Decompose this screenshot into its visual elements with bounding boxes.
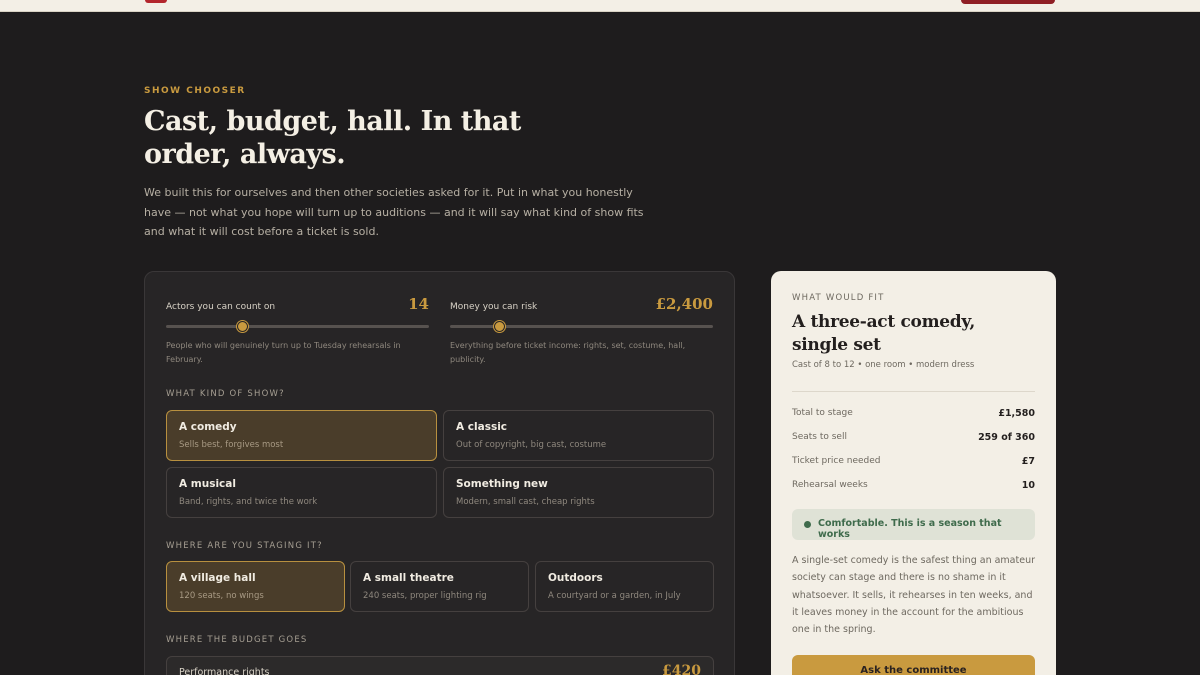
result-eyebrow: WHAT WOULD FIT bbox=[792, 293, 885, 303]
stat-label: Seats to sell bbox=[792, 432, 847, 442]
stat-value: 10 bbox=[1021, 480, 1035, 491]
money-slider-value: £2,400 bbox=[655, 295, 713, 313]
stat-ticket-price: Ticket price needed £7 bbox=[792, 456, 1035, 470]
stat-total-to-stage: Total to stage £1,580 bbox=[792, 408, 1035, 422]
money-slider-track[interactable] bbox=[450, 321, 713, 332]
stat-label: Total to stage bbox=[792, 408, 853, 418]
ask-committee-label: Ask the committee bbox=[860, 665, 967, 675]
option-subtitle: Modern, small cast, cheap rights bbox=[456, 497, 595, 507]
section-eyebrow: SHOW CHOOSER bbox=[144, 86, 246, 96]
result-title: A three-act comedy, single set bbox=[792, 312, 975, 355]
show-option-something-new[interactable]: Something new Modern, small cast, cheap … bbox=[443, 467, 714, 518]
show-option-musical[interactable]: A musical Band, rights, and twice the wo… bbox=[166, 467, 437, 518]
actors-slider-track[interactable] bbox=[166, 321, 429, 332]
option-subtitle: A courtyard or a garden, in July bbox=[548, 591, 681, 601]
budget-row-label: Performance rights bbox=[179, 667, 270, 675]
option-subtitle: 240 seats, proper lighting rig bbox=[363, 591, 487, 601]
status-text: Comfortable. This is a season that works bbox=[818, 518, 1002, 540]
chooser-panel: Actors you can count on 14 People who wi… bbox=[144, 271, 735, 675]
top-nav-bar bbox=[0, 0, 1200, 12]
brand-logo[interactable] bbox=[145, 0, 167, 3]
option-title: A small theatre bbox=[363, 572, 454, 584]
actors-slider-label: Actors you can count on bbox=[166, 302, 276, 312]
option-subtitle: Sells best, forgives most bbox=[179, 440, 284, 450]
budget-row-performance-rights[interactable]: Performance rights £420 bbox=[166, 656, 714, 675]
result-subtitle: Cast of 8 to 12 • one room • modern dres… bbox=[792, 360, 975, 370]
result-card: WHAT WOULD FIT A three-act comedy, singl… bbox=[771, 271, 1056, 675]
venue-label: WHERE ARE YOU STAGING IT? bbox=[166, 541, 323, 551]
actors-slider-thumb[interactable] bbox=[236, 321, 248, 332]
ask-committee-button[interactable]: Ask the committee bbox=[792, 655, 1035, 675]
actors-slider-value: 14 bbox=[408, 295, 429, 313]
page-title: Cast, budget, hall. In that order, alway… bbox=[144, 106, 521, 170]
stat-value: £7 bbox=[1021, 456, 1035, 467]
option-subtitle: 120 seats, no wings bbox=[179, 591, 264, 601]
venue-option-outdoors[interactable]: Outdoors A courtyard or a garden, in Jul… bbox=[535, 561, 714, 612]
stat-label: Ticket price needed bbox=[792, 456, 881, 466]
result-explanation: A single-set comedy is the safest thing … bbox=[792, 555, 1036, 636]
stat-label: Rehearsal weeks bbox=[792, 480, 868, 490]
option-title: A comedy bbox=[179, 421, 237, 433]
budget-label: WHERE THE BUDGET GOES bbox=[166, 635, 308, 645]
stat-rehearsal-weeks: Rehearsal weeks 10 bbox=[792, 480, 1035, 494]
actors-slider-help: People who will genuinely turn up to Tue… bbox=[166, 341, 401, 364]
venue-option-small-theatre[interactable]: A small theatre 240 seats, proper lighti… bbox=[350, 561, 529, 612]
option-title: A musical bbox=[179, 478, 236, 490]
money-slider-label: Money you can risk bbox=[450, 302, 538, 312]
status-dot-icon bbox=[804, 521, 811, 528]
money-slider-help: Everything before ticket income: rights,… bbox=[450, 341, 686, 364]
nav-cta-button[interactable] bbox=[961, 0, 1055, 4]
venue-option-village-hall[interactable]: A village hall 120 seats, no wings bbox=[166, 561, 345, 612]
page-description: We built this for ourselves and then oth… bbox=[144, 186, 644, 238]
show-option-classic[interactable]: A classic Out of copyright, big cast, co… bbox=[443, 410, 714, 461]
option-title: A village hall bbox=[179, 572, 256, 584]
option-subtitle: Out of copyright, big cast, costume bbox=[456, 440, 607, 450]
option-title: Outdoors bbox=[548, 572, 603, 584]
option-title: A classic bbox=[456, 421, 508, 433]
show-option-comedy[interactable]: A comedy Sells best, forgives most bbox=[166, 410, 437, 461]
option-subtitle: Band, rights, and twice the work bbox=[179, 497, 318, 507]
show-kind-label: WHAT KIND OF SHOW? bbox=[166, 389, 285, 399]
stat-seats-to-sell: Seats to sell 259 of 360 bbox=[792, 432, 1035, 446]
money-slider-thumb[interactable] bbox=[494, 321, 506, 332]
stat-value: £1,580 bbox=[998, 408, 1035, 419]
option-title: Something new bbox=[456, 478, 548, 490]
result-divider bbox=[792, 391, 1035, 392]
stat-value: 259 of 360 bbox=[978, 432, 1035, 443]
status-badge: Comfortable. This is a season that works bbox=[792, 509, 1035, 540]
budget-row-value: £420 bbox=[662, 663, 701, 675]
